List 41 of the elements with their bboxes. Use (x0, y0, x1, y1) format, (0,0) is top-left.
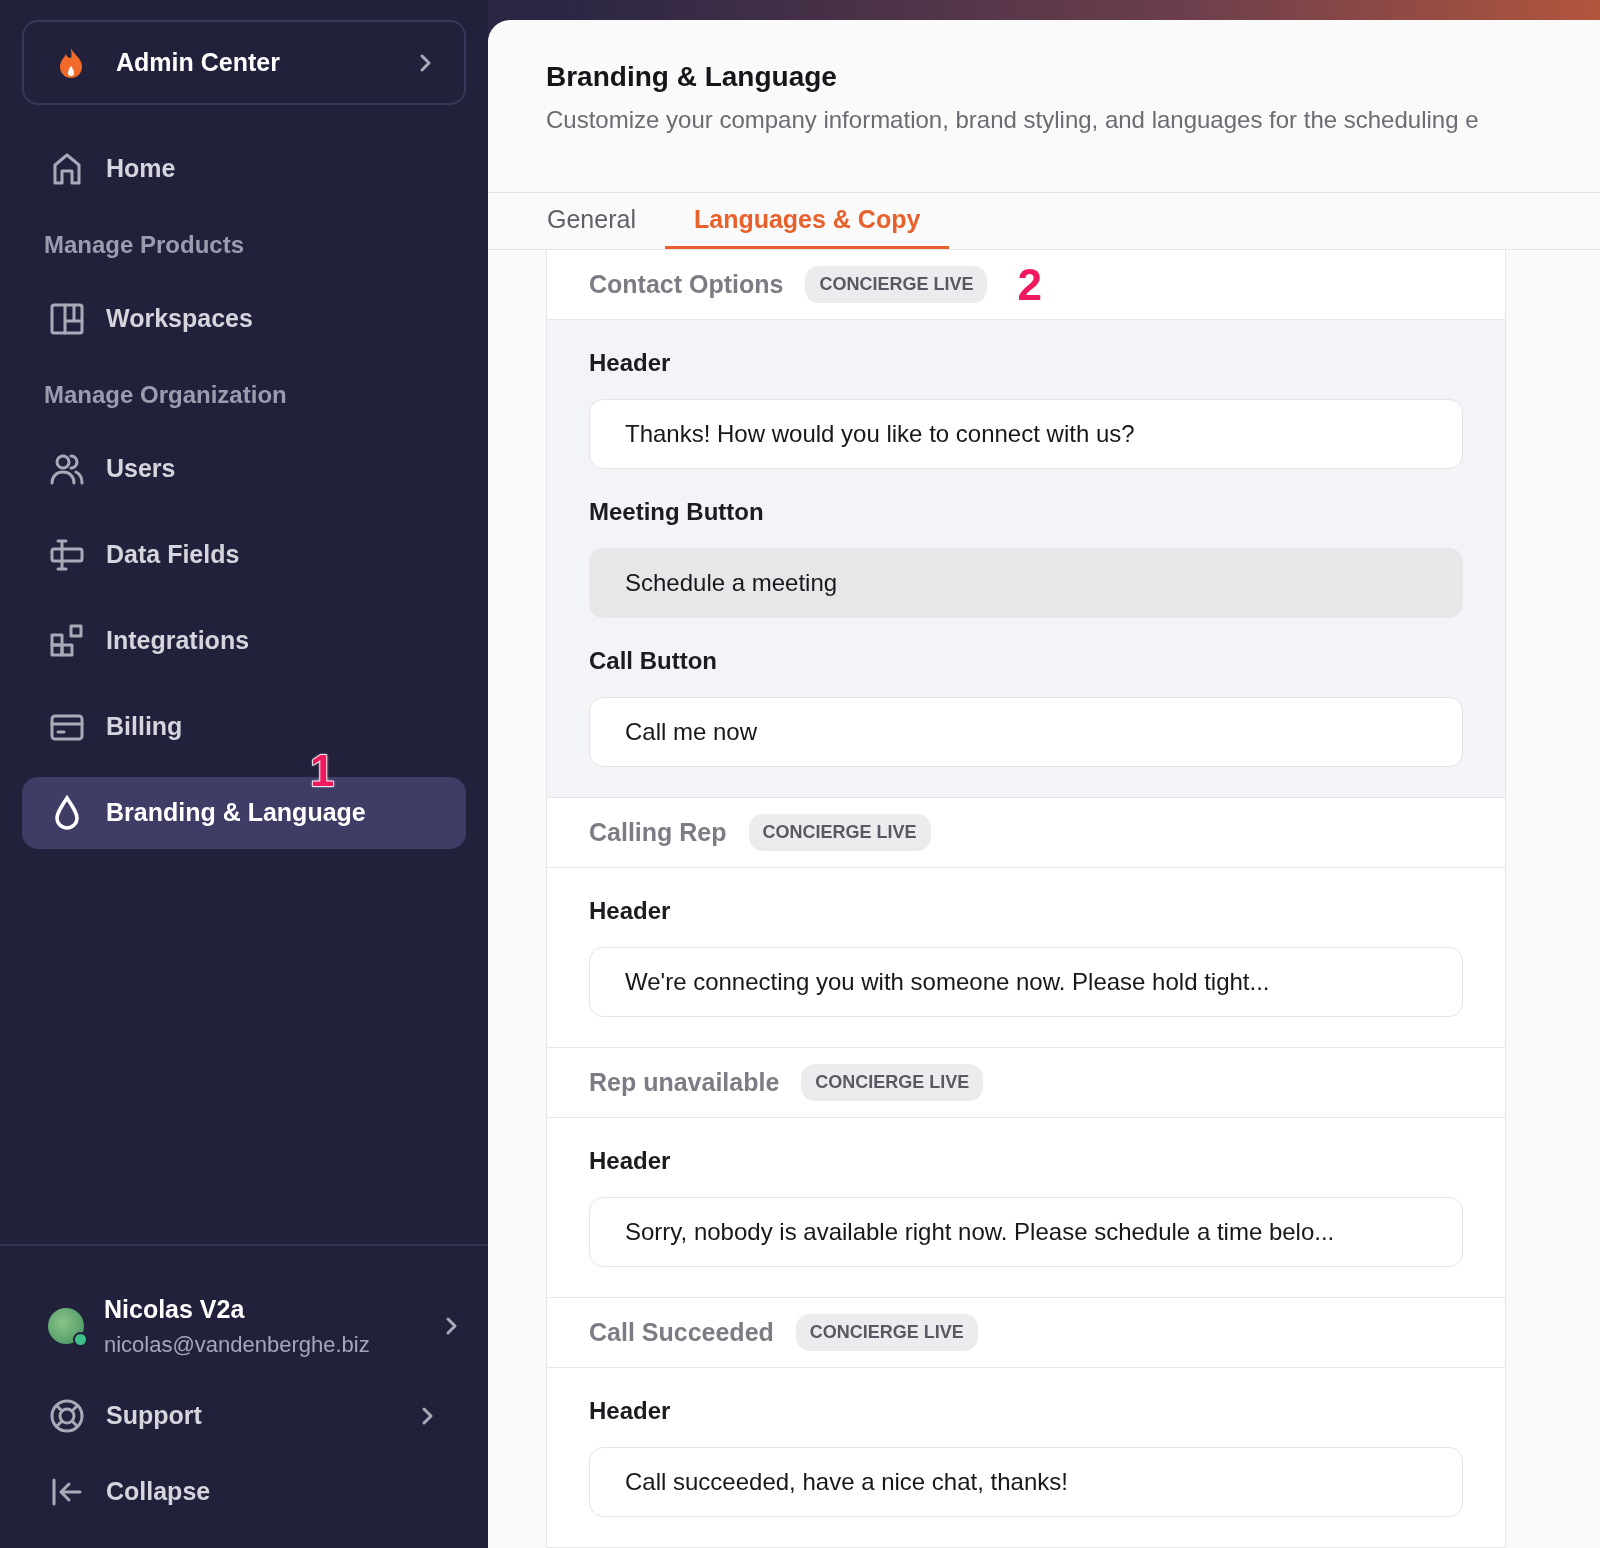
text-field[interactable]: Thanks! How would you like to connect with us? (589, 399, 1463, 469)
support-icon (48, 1397, 86, 1435)
org-name: Admin Center (116, 46, 281, 78)
nav-item[interactable]: Home (22, 133, 466, 205)
tag: CONCIERGE LIVE (795, 1314, 978, 1351)
section-title: Calling Rep (589, 816, 727, 848)
field-label: Call Button (589, 646, 718, 676)
tag: CONCIERGE LIVE (748, 814, 931, 851)
page-title: Branding & Language (546, 60, 838, 94)
status-dot (73, 1332, 88, 1347)
admin-center-button[interactable]: Admin Center (22, 20, 466, 105)
text-field[interactable]: We're connecting you with someone now. Please hold tight... (589, 947, 1463, 1017)
text-field[interactable]: Sorry, nobody is available right now. Please schedule a time belo... (589, 1197, 1463, 1267)
section-title: Rep unavailable (589, 1066, 780, 1098)
tab[interactable]: General (518, 192, 665, 249)
blocks-icon (48, 622, 86, 660)
field-label: Header (589, 896, 672, 926)
nav-item[interactable]: Integrations (22, 605, 466, 677)
user-name: Nicolas V2a (104, 1293, 246, 1325)
text-field[interactable]: Call me now (589, 697, 1463, 767)
text-field[interactable]: Call succeeded, have a nice chat, thanks! (589, 1447, 1463, 1517)
tag: CONCIERGE LIVE (805, 266, 988, 303)
nav-item[interactable]: Data Fields (22, 519, 466, 591)
field-label: Header (589, 1396, 672, 1426)
section-heading: Manage Organization (43, 380, 288, 410)
section-title: Contact Options (589, 268, 784, 300)
nav-item[interactable]: Workspaces (22, 283, 466, 355)
section-title: Call Succeeded (589, 1316, 774, 1348)
collapse-button[interactable]: Collapse (22, 1456, 466, 1528)
text-field[interactable]: Schedule a meeting (589, 548, 1463, 618)
support-button[interactable]: Support (22, 1380, 466, 1452)
section-heading: Manage Products (43, 230, 246, 260)
field-label: Header (589, 1146, 672, 1176)
nav-item[interactable]: Users (22, 433, 466, 505)
page-subtitle: Customize your company information, brand styling, and languages for the scheduling e (546, 104, 1480, 135)
user-email: nicolas@vandenberghe.biz (104, 1331, 371, 1360)
user-menu-button[interactable]: Nicolas V2a nicolas@vandenberghe.biz (22, 1276, 466, 1376)
field-label: Header (589, 348, 672, 378)
tag: CONCIERGE LIVE (801, 1064, 984, 1101)
annotation-number: 2 (1017, 262, 1042, 307)
field-label: Meeting Button (589, 497, 765, 527)
